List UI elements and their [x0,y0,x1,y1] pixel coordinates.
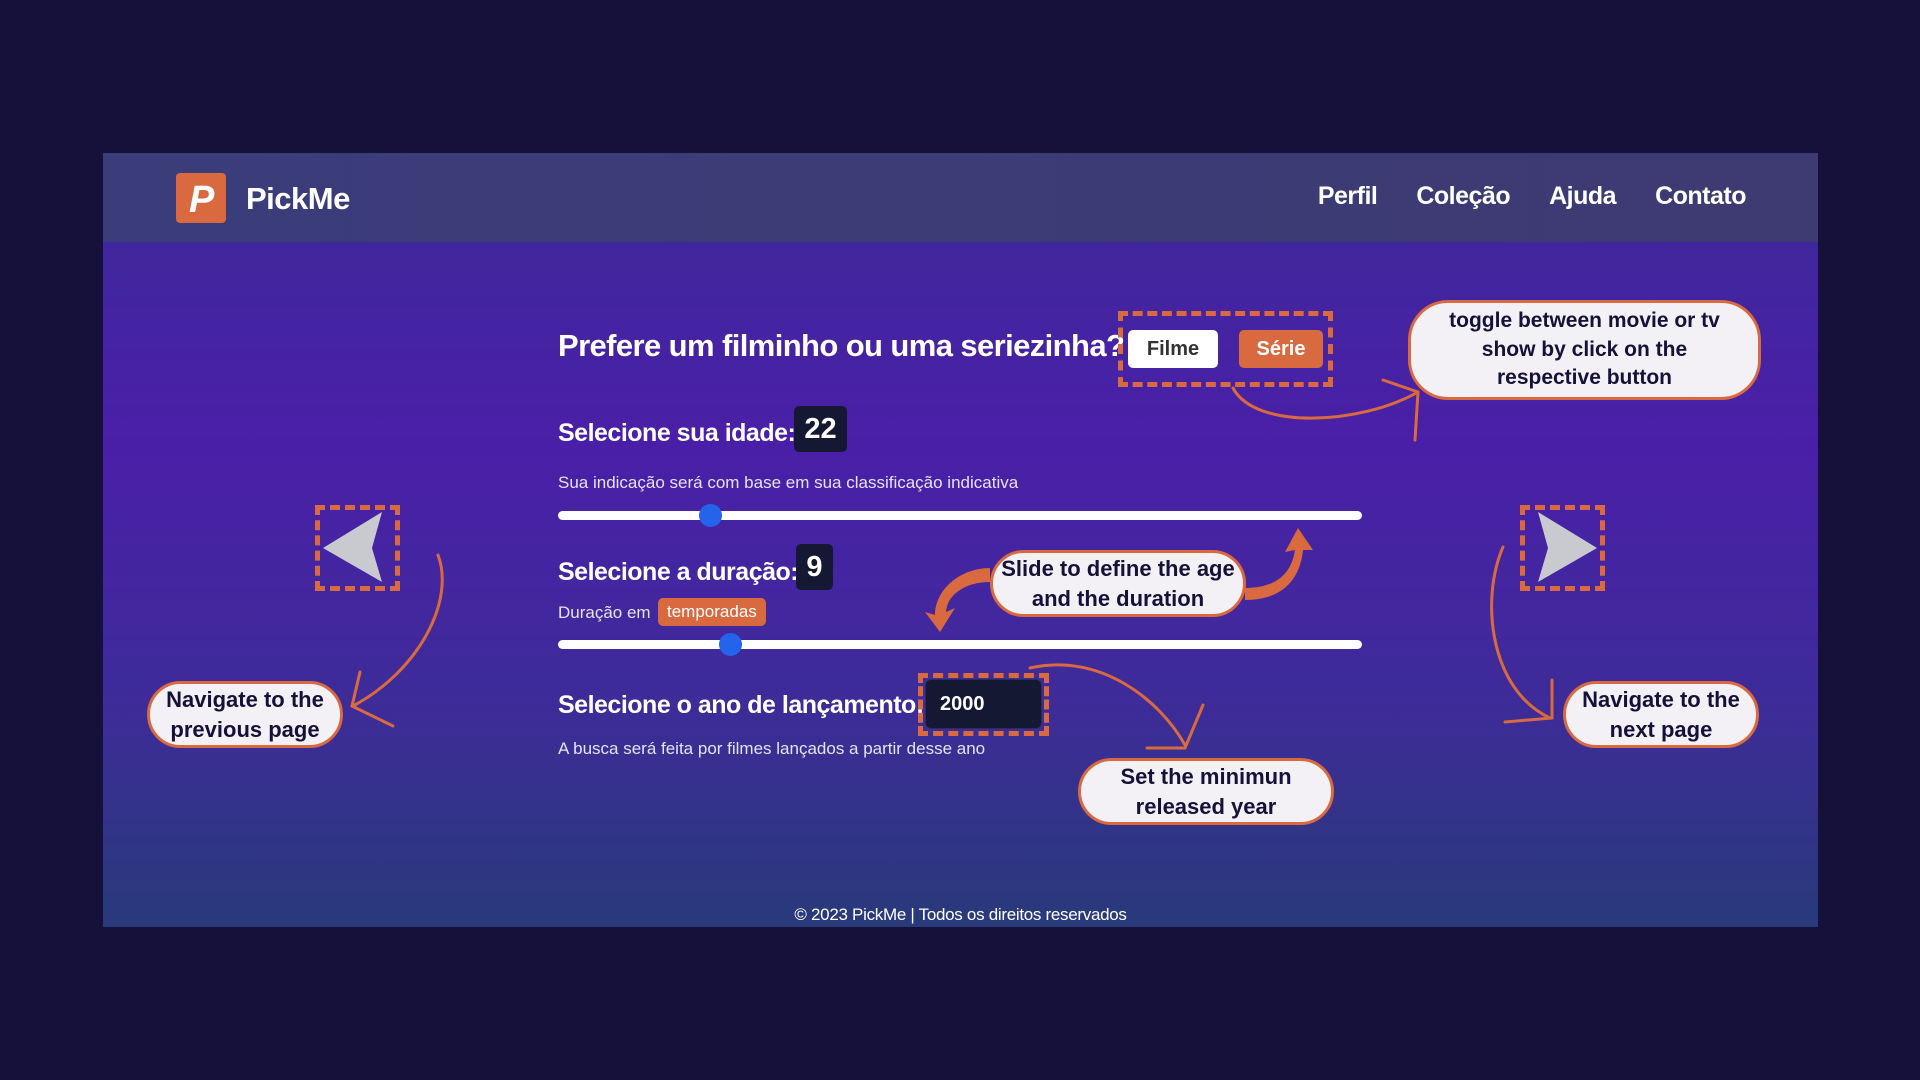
age-slider-thumb[interactable] [699,504,723,527]
next-highlight [1520,505,1605,591]
year-hint: A busca será feita por filmes lançados a… [558,739,986,758]
logo[interactable]: P [176,173,226,223]
brand-name: PickMe [246,181,350,216]
nav-links: Perfil Coleção Ajuda Contato [1318,182,1747,211]
duration-slider[interactable] [558,633,1362,656]
next-callout: Navigate to the next page [1563,681,1759,748]
toggle-callout: toggle between movie or tv show by click… [1408,300,1761,400]
age-label: Selecione sua idade: [558,419,796,447]
year-highlight [918,673,1049,736]
duration-slider-thumb[interactable] [719,633,743,656]
prev-callout: Navigate to the previous page [147,681,343,748]
age-value: 22 [794,406,847,452]
nav-link-perfil[interactable]: Perfil [1318,182,1378,211]
navbar: P PickMe Perfil Coleção Ajuda Contato [103,153,1818,242]
question-title: Prefere um filminho ou uma seriezinha? [558,328,1125,363]
duration-value: 9 [796,544,833,590]
nav-link-colecao[interactable]: Coleção [1416,182,1510,211]
duration-label: Selecione a duração: [558,558,799,586]
footer-text: © 2023 PickMe | Todos os direitos reserv… [794,905,1127,924]
duration-hint: Duração em [558,603,651,622]
svg-text:P: P [189,179,215,221]
prev-highlight [315,505,400,591]
nav-link-ajuda[interactable]: Ajuda [1549,182,1616,211]
year-label: Selecione o ano de lançamento: [558,691,924,719]
logo-p-icon: P [189,179,215,221]
slide-callout: Slide to define the age and the duration [990,550,1246,617]
age-hint: Sua indicação será com base em sua class… [558,473,1019,492]
year-callout: Set the minimun released year [1078,758,1334,825]
age-slider[interactable] [558,504,1362,527]
toggle-highlight [1118,311,1333,387]
duration-unit-tag: temporadas [658,598,766,626]
nav-link-contato[interactable]: Contato [1655,182,1746,211]
